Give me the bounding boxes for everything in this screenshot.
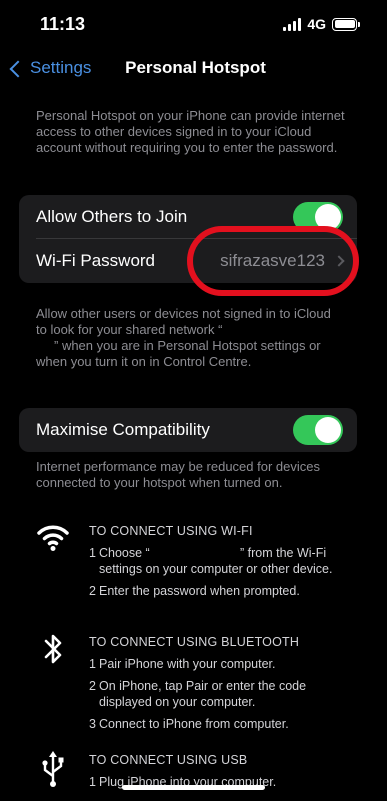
allow-footer-line: Allow other users or devices not signed …: [36, 306, 331, 321]
compatibility-footer: Internet performance may be reduced for …: [36, 459, 320, 490]
step-number: 1: [89, 546, 96, 560]
allow-footer-line: when you turn it on in Control Centre.: [36, 354, 252, 369]
maximise-compatibility-label: Maximise Compatibility: [36, 420, 210, 439]
compatibility-group: Maximise Compatibility: [19, 408, 357, 452]
usb-instructions-heading: TO CONNECT USING USB: [89, 753, 248, 767]
status-time: 11:13: [40, 14, 86, 34]
back-button[interactable]: Settings: [9, 58, 92, 78]
step-number: 3: [89, 717, 96, 731]
intro-description: Personal Hotspot on your iPhone can prov…: [36, 108, 345, 155]
step-text: Pair iPhone with your computer.: [99, 657, 276, 671]
instruction-step: 1 Choose “ ” from the Wi-Fi settings on …: [89, 545, 355, 577]
bluetooth-instructions-heading: TO CONNECT USING BLUETOOTH: [89, 635, 300, 649]
wifi-instructions-heading: TO CONNECT USING WI-FI: [89, 524, 253, 538]
instruction-step: 3 Connect to iPhone from computer.: [89, 716, 355, 732]
instruction-step: 2 Enter the password when prompted.: [89, 583, 355, 599]
status-indicators: 4G: [283, 16, 360, 32]
chevron-left-icon: [9, 60, 27, 77]
step-number: 1: [89, 775, 96, 789]
maximise-compatibility-toggle[interactable]: [293, 415, 343, 445]
battery-icon: [332, 17, 360, 31]
bluetooth-icon: [44, 634, 62, 664]
wifi-instructions-text: TO CONNECT USING WI-FI 1 Choose “ ” from…: [89, 523, 355, 605]
step-text: Choose “ ” from the Wi-Fi settings on yo…: [99, 546, 333, 576]
allow-others-label: Allow Others to Join: [36, 207, 188, 226]
usb-icon: [42, 751, 64, 787]
bluetooth-instructions-text: TO CONNECT USING BLUETOOTH 1 Pair iPhone…: [89, 634, 355, 738]
step-text: On iPhone, tap Pair or enter the code di…: [99, 679, 307, 709]
instruction-step: 2 On iPhone, tap Pair or enter the code …: [89, 678, 355, 710]
home-indicator[interactable]: [122, 785, 265, 790]
step-text: Connect to iPhone from computer.: [99, 717, 289, 731]
network-type: 4G: [307, 16, 326, 32]
step-text: Enter the password when prompted.: [99, 584, 300, 598]
allow-footer: Allow other users or devices not signed …: [36, 306, 356, 370]
allow-footer-line: ” when you are in Personal Hotspot setti…: [54, 338, 321, 353]
back-button-label: Settings: [30, 58, 92, 77]
step-number: 1: [89, 657, 96, 671]
navigation-bar: Personal Hotspot Settings: [0, 50, 387, 90]
wifi-icon: [37, 525, 69, 551]
step-number: 2: [89, 679, 96, 693]
annotation-circle: [187, 226, 359, 296]
cellular-signal-icon: [283, 17, 302, 31]
instruction-step: 1 Pair iPhone with your computer.: [89, 656, 355, 672]
maximise-compatibility-row: Maximise Compatibility: [19, 408, 357, 452]
step-number: 2: [89, 584, 96, 598]
wifi-password-label: Wi-Fi Password: [36, 251, 156, 270]
status-bar: 11:13 4G: [0, 0, 387, 50]
allow-footer-line: to look for your shared network “: [36, 322, 223, 337]
